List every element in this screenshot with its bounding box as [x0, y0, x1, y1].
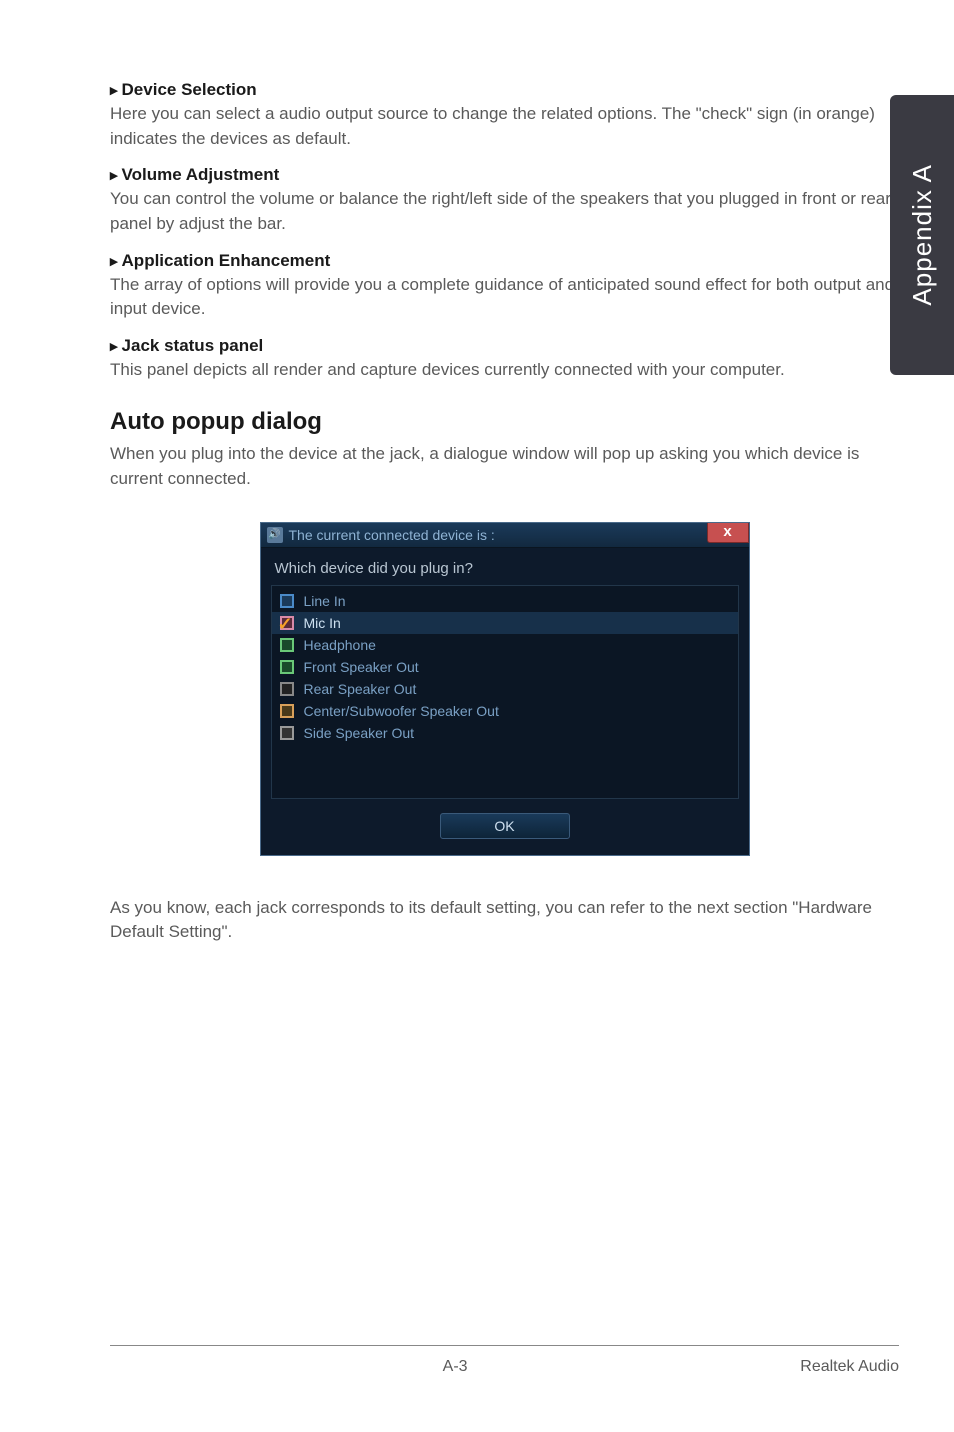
dialog-question: Which device did you plug in? — [261, 548, 749, 585]
section-body-volume-adjustment: You can control the volume or balance th… — [110, 187, 899, 236]
closing-paragraph: As you know, each jack corresponds to it… — [110, 896, 899, 945]
section-title-device-selection: Device Selection — [110, 80, 899, 100]
jack-icon-grey — [280, 726, 294, 740]
section-title-application-enhancement: Application Enhancement — [110, 251, 899, 271]
device-option-side-speaker[interactable]: Side Speaker Out — [272, 722, 738, 744]
page-content: Device Selection Here you can select a a… — [0, 0, 954, 945]
page-footer: A-3 Realtek Audio — [110, 1345, 899, 1376]
device-label: Side Speaker Out — [304, 725, 415, 741]
section-body-application-enhancement: The array of options will provide you a … — [110, 273, 899, 322]
section-jack-status: Jack status panel This panel depicts all… — [110, 336, 899, 383]
device-list: Line In ✓ Mic In Headphone Front Speaker… — [271, 585, 739, 799]
section-device-selection: Device Selection Here you can select a a… — [110, 80, 899, 151]
device-option-headphone[interactable]: Headphone — [272, 634, 738, 656]
jack-icon-pink-checked: ✓ — [280, 616, 294, 630]
jack-icon-black — [280, 682, 294, 696]
footer-section: Realtek Audio — [800, 1358, 899, 1376]
page-number: A-3 — [110, 1358, 800, 1376]
heading-auto-popup: Auto popup dialog — [110, 408, 899, 436]
device-option-line-in[interactable]: Line In — [272, 590, 738, 612]
device-label: Rear Speaker Out — [304, 681, 417, 697]
device-label: Mic In — [304, 615, 341, 631]
body-auto-popup: When you plug into the device at the jac… — [110, 442, 899, 491]
jack-icon-green — [280, 638, 294, 652]
check-icon: ✓ — [278, 614, 293, 635]
device-option-rear-speaker[interactable]: Rear Speaker Out — [272, 678, 738, 700]
device-option-center-sub[interactable]: Center/Subwoofer Speaker Out — [272, 700, 738, 722]
section-body-device-selection: Here you can select a audio output sourc… — [110, 102, 899, 151]
jack-icon-green2 — [280, 660, 294, 674]
section-volume-adjustment: Volume Adjustment You can control the vo… — [110, 165, 899, 236]
jack-icon-blue — [280, 594, 294, 608]
close-button[interactable]: x — [707, 523, 749, 543]
dialog-screenshot-wrap: 🔊 The current connected device is : x Wh… — [110, 522, 899, 856]
section-title-volume-adjustment: Volume Adjustment — [110, 165, 899, 185]
device-option-front-speaker[interactable]: Front Speaker Out — [272, 656, 738, 678]
dialog-titlebar: 🔊 The current connected device is : x — [261, 523, 749, 548]
appendix-side-label: Appendix A — [907, 164, 938, 306]
device-label: Front Speaker Out — [304, 659, 419, 675]
dialog-title: The current connected device is : — [289, 527, 495, 543]
device-label: Center/Subwoofer Speaker Out — [304, 703, 499, 719]
ok-button[interactable]: OK — [440, 813, 570, 839]
dialog-footer: OK — [261, 813, 749, 855]
device-label: Line In — [304, 593, 346, 609]
device-option-mic-in[interactable]: ✓ Mic In — [272, 612, 738, 634]
device-dialog: 🔊 The current connected device is : x Wh… — [260, 522, 750, 856]
device-label: Headphone — [304, 637, 376, 653]
list-spacer — [272, 744, 738, 794]
section-application-enhancement: Application Enhancement The array of opt… — [110, 251, 899, 322]
section-title-jack-status: Jack status panel — [110, 336, 899, 356]
jack-icon-orange — [280, 704, 294, 718]
section-body-jack-status: This panel depicts all render and captur… — [110, 358, 899, 383]
appendix-side-tab: Appendix A — [890, 95, 954, 375]
speaker-icon: 🔊 — [267, 527, 283, 543]
